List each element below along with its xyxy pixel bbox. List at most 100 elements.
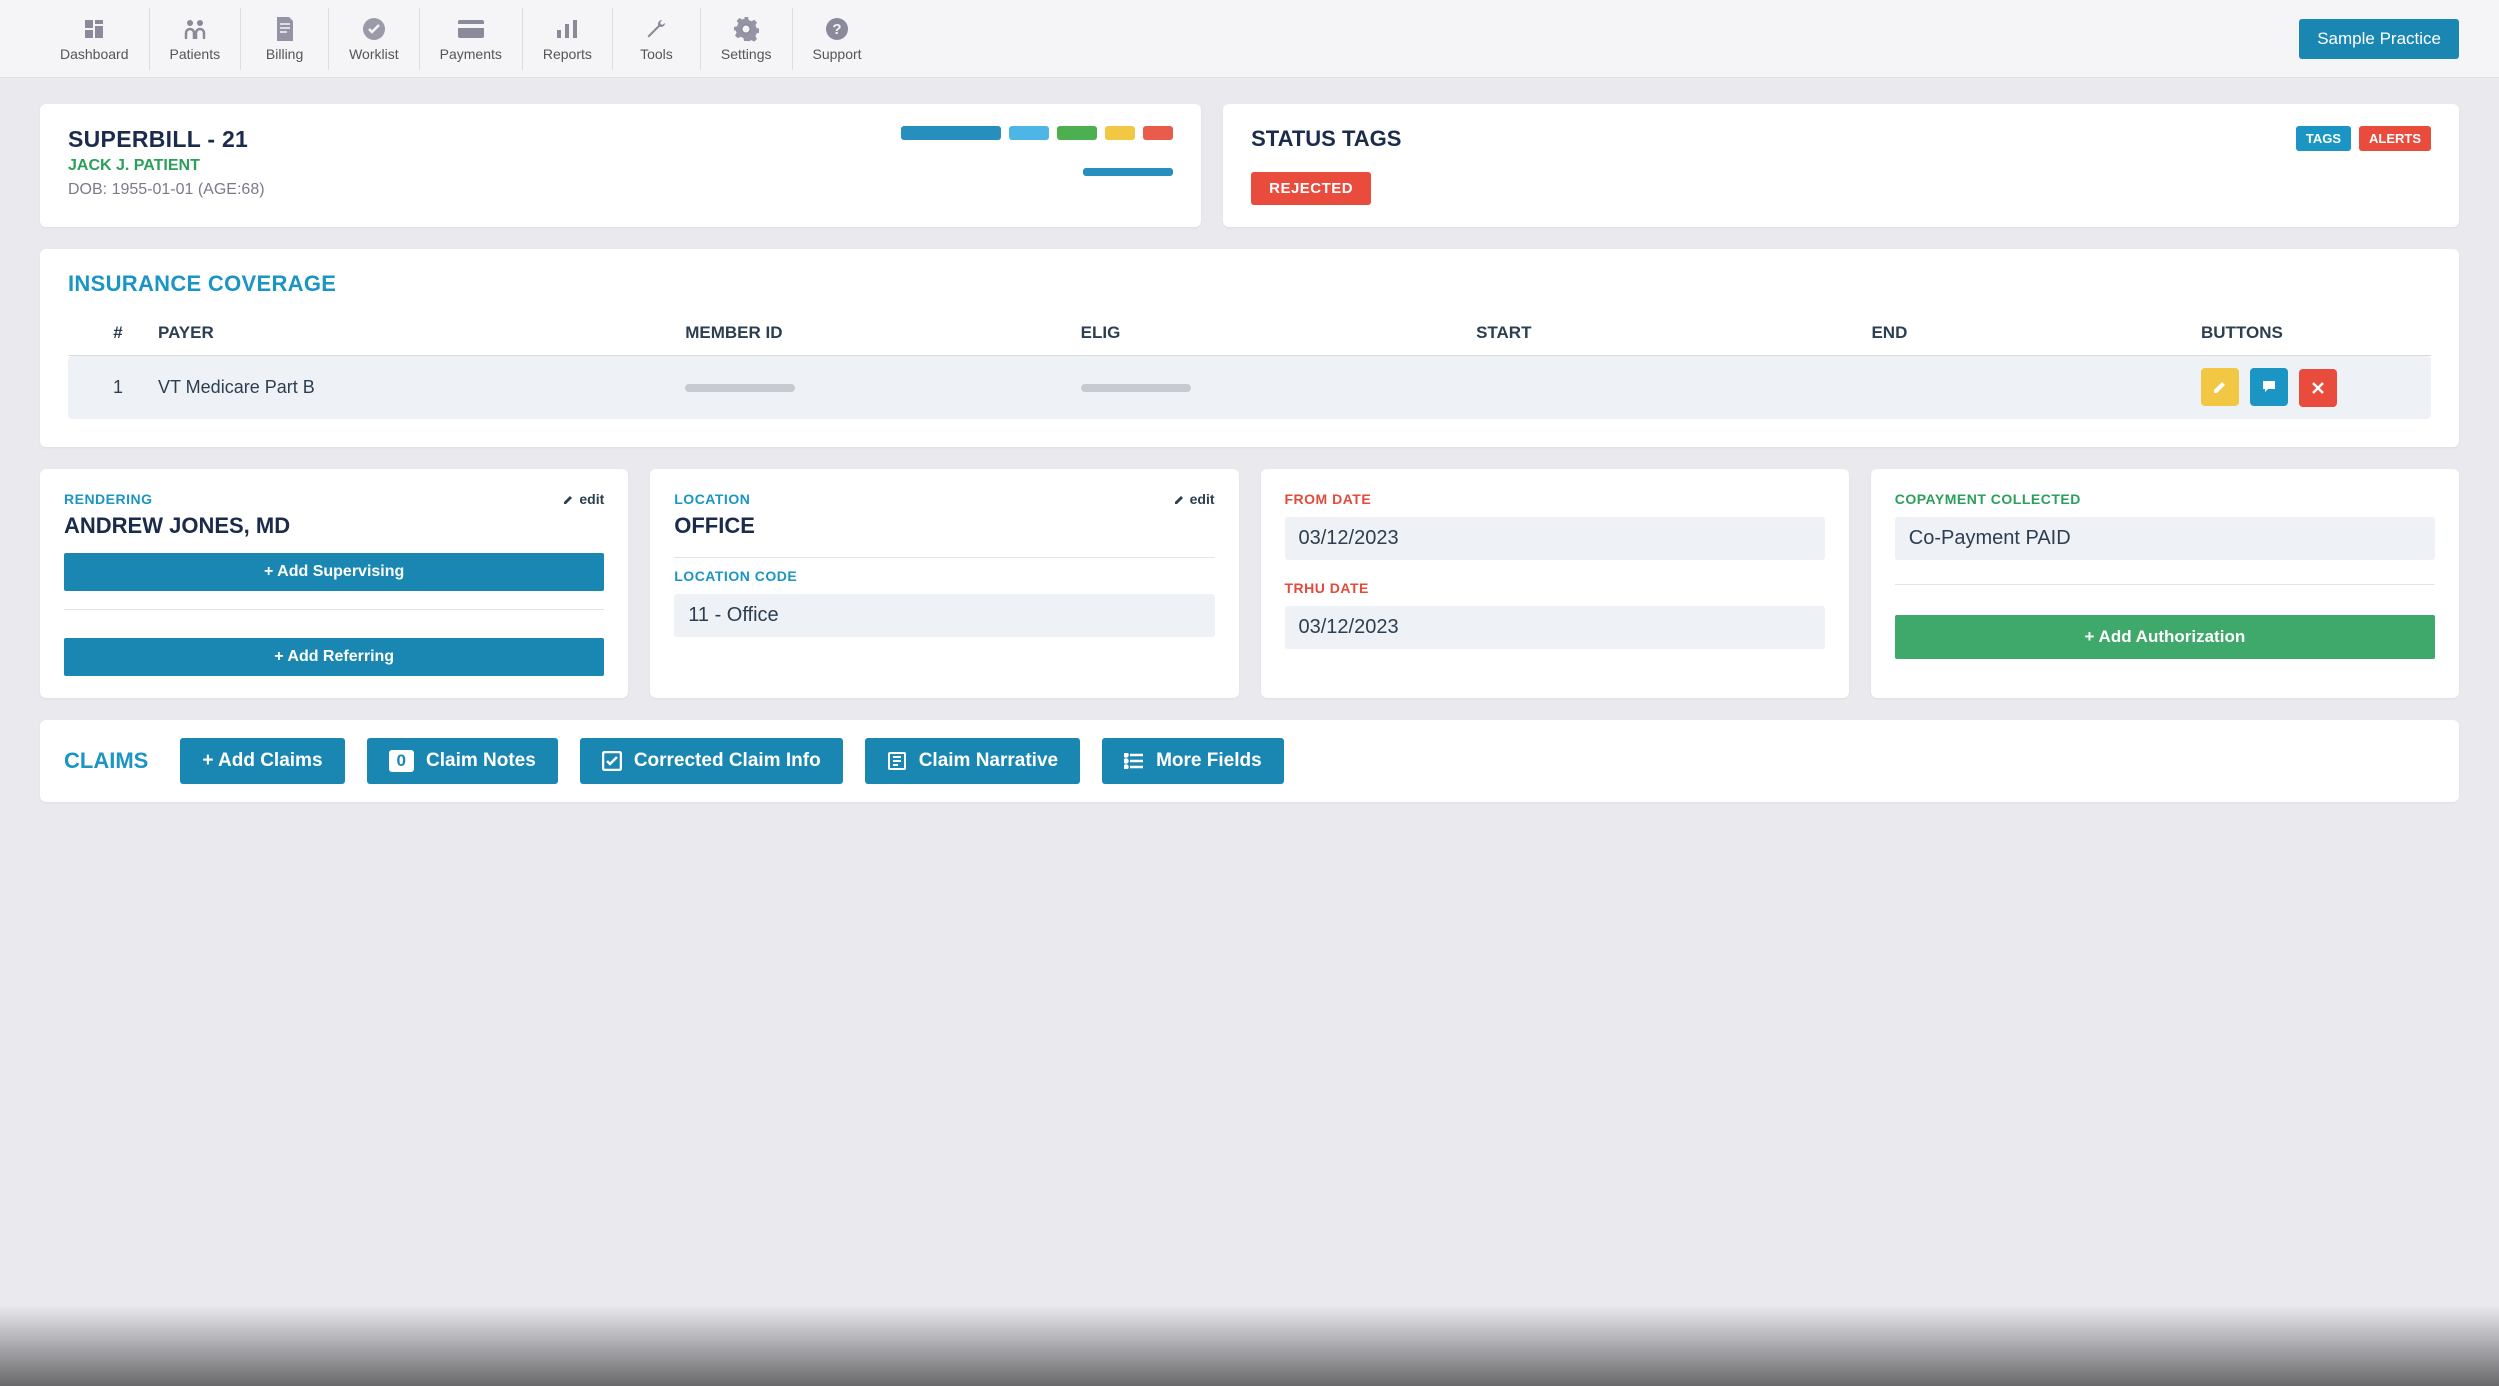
- copayment-label: COPAYMENT COLLECTED: [1895, 491, 2435, 507]
- patients-icon: [182, 16, 208, 42]
- nav-worklist[interactable]: Worklist: [329, 8, 420, 70]
- tags-button[interactable]: TAGS: [2296, 126, 2351, 151]
- reports-icon: [555, 16, 579, 42]
- edit-rendering-button[interactable]: edit: [563, 491, 604, 507]
- rendering-card: RENDERING edit ANDREW JONES, MD + Add Su…: [40, 469, 628, 698]
- superbill-title: SUPERBILL - 21: [68, 126, 265, 153]
- claim-notes-label: Claim Notes: [426, 750, 536, 772]
- support-icon: ?: [824, 16, 850, 42]
- sample-practice-button[interactable]: Sample Practice: [2299, 19, 2459, 59]
- copayment-card: COPAYMENT COLLECTED Co-Payment PAID + Ad…: [1871, 469, 2459, 698]
- insurance-coverage-card: INSURANCE COVERAGE # PAYER MEMBER ID ELI…: [40, 249, 2459, 447]
- nav-label: Support: [813, 46, 862, 62]
- nav-support[interactable]: ? Support: [793, 8, 882, 70]
- row-member: [685, 384, 1080, 392]
- placeholder-icon: [1081, 384, 1191, 392]
- add-claims-button[interactable]: + Add Claims: [180, 738, 344, 784]
- pill-icon[interactable]: [1105, 126, 1135, 140]
- col-start: START: [1476, 323, 1871, 343]
- location-label: LOCATION: [674, 491, 750, 507]
- rendering-value: ANDREW JONES, MD: [64, 513, 604, 539]
- nav-billing[interactable]: Billing: [241, 8, 329, 70]
- claim-narrative-button[interactable]: Claim Narrative: [865, 738, 1080, 784]
- placeholder-icon: [685, 384, 795, 392]
- more-fields-button[interactable]: More Fields: [1102, 738, 1284, 784]
- nav-patients[interactable]: Patients: [150, 8, 242, 70]
- thru-date-field[interactable]: 03/12/2023: [1285, 606, 1825, 649]
- col-end: END: [1871, 323, 2201, 343]
- row-num: 1: [78, 377, 158, 398]
- billing-icon: [274, 16, 296, 42]
- worklist-icon: [361, 16, 387, 42]
- status-tags-card: STATUS TAGS TAGS ALERTS REJECTED: [1223, 104, 2459, 227]
- col-payer: PAYER: [158, 323, 685, 343]
- sub-pill-icon: [1083, 168, 1173, 176]
- nav-reports[interactable]: Reports: [523, 8, 613, 70]
- dates-card: FROM DATE 03/12/2023 TRHU DATE 03/12/202…: [1261, 469, 1849, 698]
- copayment-field[interactable]: Co-Payment PAID: [1895, 517, 2435, 560]
- nav-tools[interactable]: Tools: [613, 8, 701, 70]
- nav-label: Dashboard: [60, 46, 129, 62]
- add-authorization-button[interactable]: + Add Authorization: [1895, 615, 2435, 659]
- top-nav: Dashboard Patients Billing Worklist Paym…: [0, 0, 2499, 78]
- list-icon: [1124, 753, 1144, 769]
- checkbox-icon: [602, 751, 622, 771]
- nav-label: Worklist: [349, 46, 399, 62]
- patient-name[interactable]: JACK J. PATIENT: [68, 157, 265, 175]
- dashboard-icon: [82, 16, 106, 42]
- edit-text: edit: [1190, 491, 1215, 507]
- add-referring-button[interactable]: + Add Referring: [64, 638, 604, 676]
- status-pills: [901, 126, 1173, 140]
- from-date-label: FROM DATE: [1285, 491, 1825, 507]
- nav-dashboard[interactable]: Dashboard: [40, 8, 150, 70]
- location-code-field[interactable]: 11 - Office: [674, 594, 1214, 637]
- nav-label: Settings: [721, 46, 772, 62]
- pill-icon[interactable]: [1057, 126, 1097, 140]
- superbill-card: SUPERBILL - 21 JACK J. PATIENT DOB: 1955…: [40, 104, 1201, 227]
- patient-dob: DOB: 1955-01-01 (AGE:68): [68, 181, 265, 199]
- thru-date-label: TRHU DATE: [1285, 580, 1825, 596]
- payments-icon: [457, 16, 485, 42]
- nav-settings[interactable]: Settings: [701, 8, 793, 70]
- insurance-title: INSURANCE COVERAGE: [68, 271, 2431, 297]
- claim-notes-button[interactable]: 0 Claim Notes: [367, 738, 558, 784]
- row-payer: VT Medicare Part B: [158, 377, 685, 398]
- col-num: #: [78, 323, 158, 343]
- corrected-claim-label: Corrected Claim Info: [634, 750, 821, 772]
- nav-label: Reports: [543, 46, 592, 62]
- status-badge-rejected[interactable]: REJECTED: [1251, 172, 1371, 205]
- nav-label: Tools: [640, 46, 673, 62]
- edit-insurance-button[interactable]: [2201, 368, 2239, 406]
- claim-notes-count: 0: [389, 750, 414, 772]
- rendering-label: RENDERING: [64, 491, 153, 507]
- comment-insurance-button[interactable]: [2250, 368, 2288, 406]
- pill-icon[interactable]: [901, 126, 1001, 140]
- add-supervising-button[interactable]: + Add Supervising: [64, 553, 604, 591]
- col-member: MEMBER ID: [685, 323, 1080, 343]
- nav-payments[interactable]: Payments: [420, 8, 523, 70]
- claim-narrative-label: Claim Narrative: [919, 750, 1058, 772]
- svg-text:?: ?: [832, 21, 841, 38]
- row-buttons: [2201, 368, 2421, 407]
- col-buttons: BUTTONS: [2201, 323, 2421, 343]
- settings-icon: [733, 16, 759, 42]
- tools-icon: [644, 16, 668, 42]
- edit-text: edit: [579, 491, 604, 507]
- delete-insurance-button[interactable]: [2299, 369, 2337, 407]
- alerts-button[interactable]: ALERTS: [2359, 126, 2431, 151]
- location-card: LOCATION edit OFFICE LOCATION CODE 11 - …: [650, 469, 1238, 698]
- edit-location-button[interactable]: edit: [1174, 491, 1215, 507]
- corrected-claim-button[interactable]: Corrected Claim Info: [580, 738, 843, 784]
- pill-icon[interactable]: [1143, 126, 1173, 140]
- pill-icon[interactable]: [1009, 126, 1049, 140]
- claims-card: CLAIMS + Add Claims 0 Claim Notes Correc…: [40, 720, 2459, 802]
- nav-label: Payments: [440, 46, 502, 62]
- bottom-fade: [0, 1306, 2499, 1386]
- nav-label: Billing: [266, 46, 303, 62]
- insurance-table-header: # PAYER MEMBER ID ELIG START END BUTTONS: [68, 311, 2431, 356]
- nav-label: Patients: [170, 46, 221, 62]
- book-icon: [887, 751, 907, 771]
- status-tags-title: STATUS TAGS: [1251, 126, 1401, 152]
- from-date-field[interactable]: 03/12/2023: [1285, 517, 1825, 560]
- insurance-row[interactable]: 1 VT Medicare Part B: [68, 356, 2431, 419]
